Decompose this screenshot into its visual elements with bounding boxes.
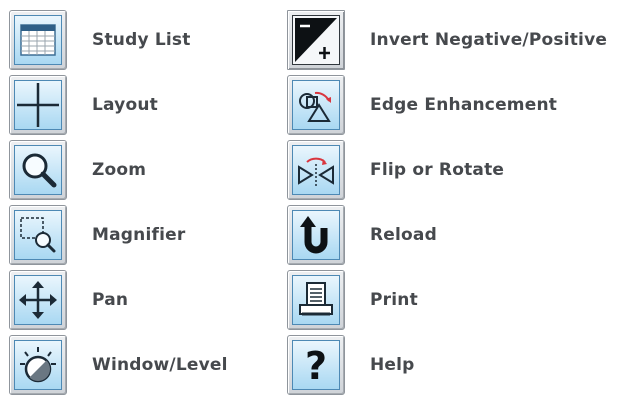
pan-icon (14, 274, 62, 325)
magnifier-icon (14, 209, 62, 260)
help-button[interactable]: ? (287, 334, 345, 395)
legend-row-window-level: Window/Level (9, 332, 228, 397)
study-list-label: Study List (92, 29, 191, 50)
zoom-icon (14, 144, 62, 195)
zoom-label: Zoom (92, 159, 147, 180)
invert-icon (292, 14, 340, 65)
toolbar-legend: Study List Layout Zoom Magnifier Pan Win… (0, 0, 624, 395)
layout-icon (14, 79, 62, 130)
legend-row-help: ? Help (287, 332, 415, 397)
study-list-icon (14, 14, 62, 65)
magnifier-label: Magnifier (92, 224, 186, 245)
pan-button[interactable] (9, 269, 67, 330)
legend-row-print: Print (287, 267, 418, 332)
legend-row-study-list: Study List (9, 7, 191, 72)
legend-row-zoom: Zoom (9, 137, 146, 202)
reload-label: Reload (370, 224, 437, 245)
layout-button[interactable] (9, 74, 67, 135)
print-label: Print (370, 289, 418, 310)
pan-label: Pan (92, 289, 129, 310)
svg-text:?: ? (305, 344, 327, 387)
legend-row-flip-rotate: Flip or Rotate (287, 137, 504, 202)
window-level-icon (14, 339, 62, 390)
window-level-button[interactable] (9, 334, 67, 395)
legend-row-magnifier: Magnifier (9, 202, 185, 267)
legend-row-layout: Layout (9, 72, 158, 137)
magnifier-button[interactable] (9, 204, 67, 265)
invert-label: Invert Negative/Positive (370, 29, 608, 50)
zoom-button[interactable] (9, 139, 67, 200)
edge-enhancement-icon (292, 79, 340, 130)
reload-icon (292, 209, 340, 260)
help-label: Help (370, 354, 415, 375)
print-icon (292, 274, 340, 325)
help-icon: ? (292, 339, 340, 390)
legend-row-edge-enhancement: Edge Enhancement (287, 72, 557, 137)
legend-row-pan: Pan (9, 267, 128, 332)
flip-rotate-icon (292, 144, 340, 195)
print-button[interactable] (287, 269, 345, 330)
invert-button[interactable] (287, 9, 345, 70)
edge-enhancement-label: Edge Enhancement (370, 94, 558, 115)
flip-rotate-button[interactable] (287, 139, 345, 200)
reload-button[interactable] (287, 204, 345, 265)
edge-enhancement-button[interactable] (287, 74, 345, 135)
study-list-button[interactable] (9, 9, 67, 70)
window-level-label: Window/Level (92, 354, 228, 375)
legend-row-invert: Invert Negative/Positive (287, 7, 607, 72)
layout-label: Layout (92, 94, 158, 115)
legend-row-reload: Reload (287, 202, 437, 267)
flip-rotate-label: Flip or Rotate (370, 159, 505, 180)
